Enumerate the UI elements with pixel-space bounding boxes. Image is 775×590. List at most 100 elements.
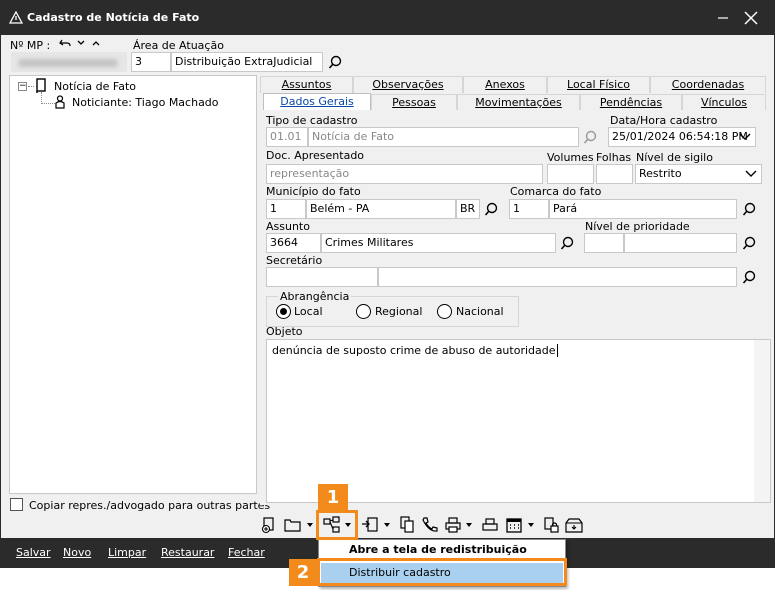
volumes-label: Volumes bbox=[547, 151, 594, 164]
secretario-label: Secretário bbox=[266, 254, 323, 267]
folder-icon[interactable] bbox=[284, 516, 302, 534]
assunto-name-field[interactable]: Crimes Militares bbox=[321, 233, 556, 253]
close-button[interactable] bbox=[740, 7, 762, 29]
secretario-name-field[interactable] bbox=[378, 267, 737, 287]
search-icon[interactable] bbox=[583, 129, 601, 147]
prioridade-name-field[interactable] bbox=[624, 233, 737, 253]
sigilo-select[interactable]: Restrito bbox=[635, 164, 762, 184]
caret-down-icon[interactable] bbox=[383, 521, 392, 539]
chevron-down-icon bbox=[739, 133, 751, 140]
chevron-down-icon[interactable] bbox=[76, 38, 86, 48]
mp-label: Nº MP : bbox=[10, 39, 51, 52]
radio-local[interactable] bbox=[276, 304, 291, 319]
printer-icon[interactable] bbox=[444, 516, 462, 534]
warning-triangle-icon bbox=[9, 11, 23, 24]
folhas-field[interactable] bbox=[596, 164, 633, 184]
chevron-down-icon bbox=[745, 170, 757, 177]
copiar-checkbox[interactable] bbox=[10, 498, 23, 511]
municipio-name-field[interactable]: Belém - PA bbox=[306, 199, 456, 219]
comarca-code-field[interactable]: 1 bbox=[509, 199, 549, 219]
phone-icon[interactable] bbox=[421, 516, 439, 534]
area-name-field[interactable]: Distribuição ExtraJudicial bbox=[171, 52, 323, 72]
search-icon[interactable] bbox=[742, 235, 760, 253]
tab-anexos[interactable]: Anexos bbox=[463, 76, 547, 93]
objeto-textarea[interactable]: denúncia de suposto crime de abuso de au… bbox=[266, 339, 771, 503]
prioridade-label: Nível de prioridade bbox=[585, 220, 690, 233]
volumes-field[interactable] bbox=[547, 164, 594, 184]
assunto-code-field[interactable]: 3664 bbox=[266, 233, 321, 253]
municipio-label: Município do fato bbox=[266, 185, 361, 198]
salvar-button[interactable]: Salvar bbox=[16, 546, 51, 559]
add-document-icon[interactable] bbox=[260, 516, 278, 534]
tipo-name-field[interactable]: Notícia de Fato bbox=[308, 127, 579, 147]
objeto-value: denúncia de suposto crime de abuso de au… bbox=[272, 344, 558, 357]
search-icon[interactable] bbox=[742, 269, 760, 287]
prioridade-code-field[interactable] bbox=[584, 233, 624, 253]
objeto-label: Objeto bbox=[266, 325, 303, 338]
copy-document-icon[interactable] bbox=[399, 516, 417, 534]
secretario-code-field[interactable] bbox=[266, 267, 378, 287]
caret-down-icon[interactable] bbox=[527, 521, 536, 539]
objeto-scrollbar[interactable] bbox=[754, 340, 770, 502]
tree-collapse-toggle[interactable]: − bbox=[18, 82, 27, 91]
caret-down-icon[interactable] bbox=[306, 521, 315, 539]
area-code-field[interactable]: 3 bbox=[131, 52, 171, 72]
data-label: Data/Hora cadastro bbox=[610, 114, 718, 127]
tab-movimentacoes[interactable]: Movimentações bbox=[457, 94, 580, 111]
calendar-icon[interactable] bbox=[505, 516, 523, 534]
novo-button[interactable]: Novo bbox=[63, 546, 91, 559]
document-flag-icon bbox=[36, 78, 46, 93]
tab-dados-gerais[interactable]: Dados Gerais bbox=[263, 93, 371, 111]
data-hora-value: 25/01/2024 06:54:18 PM bbox=[612, 130, 748, 143]
search-icon[interactable] bbox=[742, 201, 760, 219]
fechar-button[interactable]: Fechar bbox=[228, 546, 265, 559]
tipo-label: Tipo de cadastro bbox=[266, 114, 358, 127]
tab-pendencias[interactable]: Pendências bbox=[580, 94, 682, 111]
radio-regional-label: Regional bbox=[375, 305, 423, 318]
tab-observacoes[interactable]: Observações bbox=[353, 76, 463, 93]
callout-box-1 bbox=[316, 510, 358, 540]
mp-number-field[interactable] bbox=[11, 52, 127, 72]
limpar-button[interactable]: Limpar bbox=[108, 546, 146, 559]
menu-item-abre-redistribuicao[interactable]: Abre a tela de redistribuição bbox=[349, 543, 527, 556]
main-window: Cadastro de Notícia de Fato Nº MP : Área… bbox=[0, 0, 775, 568]
comarca-label: Comarca do fato bbox=[510, 185, 602, 198]
doc-field[interactable]: representação bbox=[266, 164, 543, 184]
area-label: Área de Atuação bbox=[133, 39, 224, 52]
minimize-button[interactable] bbox=[712, 7, 734, 29]
tree-child-item[interactable]: Noticiante: Tiago Machado bbox=[72, 96, 219, 109]
comarca-name-field[interactable]: Pará bbox=[549, 199, 737, 219]
sigilo-label: Nível de sigilo bbox=[636, 151, 713, 164]
title-bar: Cadastro de Notícia de Fato bbox=[1, 1, 774, 35]
radio-nacional[interactable] bbox=[437, 304, 452, 319]
tab-vinculos[interactable]: Vínculos bbox=[682, 94, 766, 111]
radio-regional[interactable] bbox=[356, 304, 371, 319]
callout-number-2: 2 bbox=[289, 559, 317, 586]
tab-assuntos[interactable]: Assuntos bbox=[260, 76, 353, 93]
close-icon bbox=[744, 11, 758, 25]
tree-root-item[interactable]: Notícia de Fato bbox=[54, 80, 136, 93]
search-icon[interactable] bbox=[560, 235, 578, 253]
data-hora-field[interactable]: 25/01/2024 06:54:18 PM bbox=[608, 127, 756, 147]
chevron-up-icon[interactable] bbox=[91, 38, 101, 48]
municipio-country-field[interactable]: BR bbox=[456, 199, 480, 219]
person-icon bbox=[55, 95, 65, 109]
municipio-code-field[interactable]: 1 bbox=[266, 199, 306, 219]
tab-coordenadas[interactable]: Coordenadas bbox=[650, 76, 766, 93]
archive-box-icon[interactable] bbox=[565, 516, 583, 534]
folhas-label: Folhas bbox=[596, 151, 632, 164]
assunto-label: Assunto bbox=[266, 220, 310, 233]
tipo-code-field[interactable]: 01.01 bbox=[266, 127, 308, 147]
tab-pessoas[interactable]: Pessoas bbox=[371, 94, 457, 111]
copiar-label: Copiar repres./advogado para outras part… bbox=[29, 499, 271, 512]
tree-panel: − Notícia de Fato Noticiante: Tiago Mach… bbox=[9, 75, 257, 494]
search-icon[interactable] bbox=[484, 201, 502, 219]
transfer-document-icon[interactable] bbox=[361, 516, 379, 534]
search-icon[interactable] bbox=[328, 54, 346, 72]
undo-icon[interactable] bbox=[59, 38, 71, 48]
print-preview-icon[interactable] bbox=[481, 516, 499, 534]
lock-document-icon[interactable] bbox=[542, 516, 560, 534]
tab-local-fisico[interactable]: Local Físico bbox=[547, 76, 650, 93]
caret-down-icon[interactable] bbox=[465, 521, 474, 539]
restaurar-button[interactable]: Restaurar bbox=[161, 546, 214, 559]
